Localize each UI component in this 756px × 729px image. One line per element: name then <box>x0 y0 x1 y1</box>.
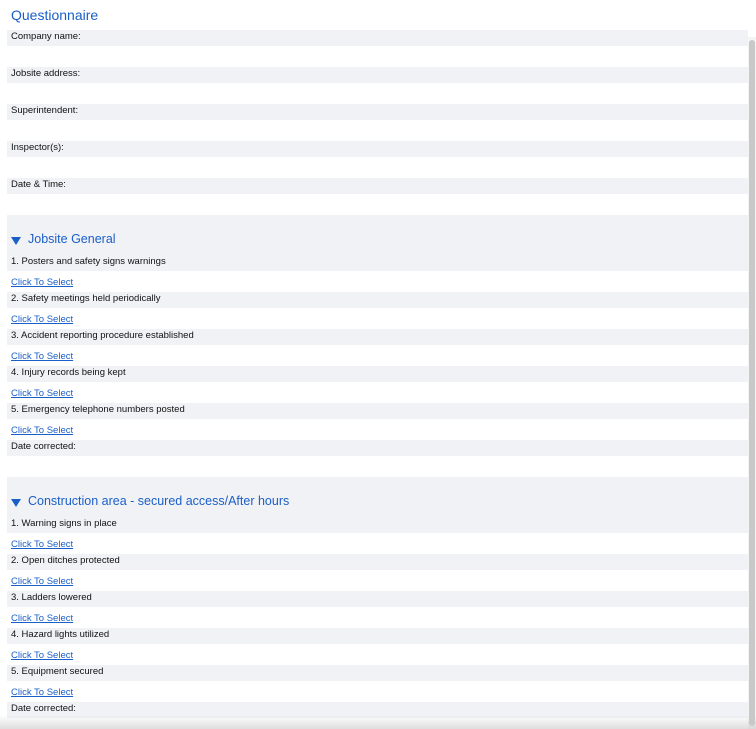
click-to-select-link[interactable]: Click To Select <box>11 388 73 399</box>
click-to-select-link[interactable]: Click To Select <box>11 425 73 436</box>
superintendent-label: Superintendent: <box>7 104 748 120</box>
question-label: 2. Safety meetings held periodically <box>7 292 748 308</box>
collapse-triangle-icon[interactable] <box>11 237 21 245</box>
inspectors-label: Inspector(s): <box>7 141 748 157</box>
question-label: 3. Ladders lowered <box>7 591 748 607</box>
bottom-edge-shadow <box>0 715 756 729</box>
click-to-select-link[interactable]: Click To Select <box>11 613 73 624</box>
question-label: 2. Open ditches protected <box>7 554 748 570</box>
question-label: 3. Accident reporting procedure establis… <box>7 329 748 345</box>
inspectors-field[interactable] <box>7 157 748 178</box>
section-title: Jobsite General <box>28 232 116 246</box>
question-answer-row: Click To Select <box>7 644 748 665</box>
click-to-select-link[interactable]: Click To Select <box>11 351 73 362</box>
question-answer-row: Click To Select <box>7 308 748 329</box>
questionnaire-page: Questionnaire Company name: Jobsite addr… <box>0 0 748 729</box>
section-header-jobsite-general[interactable]: Jobsite General <box>7 215 748 255</box>
section-title: Construction area - secured access/After… <box>28 494 290 508</box>
click-to-select-link[interactable]: Click To Select <box>11 576 73 587</box>
question-answer-row: Click To Select <box>7 382 748 403</box>
question-answer-row: Click To Select <box>7 681 748 702</box>
question-label: 4. Hazard lights utilized <box>7 628 748 644</box>
question-answer-row: Click To Select <box>7 607 748 628</box>
click-to-select-link[interactable]: Click To Select <box>11 539 73 550</box>
section-header-construction-area[interactable]: Construction area - secured access/After… <box>7 477 748 517</box>
collapse-triangle-icon[interactable] <box>11 499 21 507</box>
scrollbar-thumb[interactable] <box>749 40 755 726</box>
question-label: 1. Warning signs in place <box>7 517 748 533</box>
click-to-select-link[interactable]: Click To Select <box>11 314 73 325</box>
question-label: 5. Equipment secured <box>7 665 748 681</box>
question-answer-row: Click To Select <box>7 271 748 292</box>
question-answer-row: Click To Select <box>7 570 748 591</box>
page-title: Questionnaire <box>11 7 99 23</box>
superintendent-field[interactable] <box>7 120 748 141</box>
question-label: 1. Posters and safety signs warnings <box>7 255 748 271</box>
question-answer-row: Click To Select <box>7 345 748 366</box>
date-time-label: Date & Time: <box>7 178 748 194</box>
click-to-select-link[interactable]: Click To Select <box>11 277 73 288</box>
click-to-select-link[interactable]: Click To Select <box>11 650 73 661</box>
question-label: 5. Emergency telephone numbers posted <box>7 403 748 419</box>
question-answer-row: Click To Select <box>7 419 748 440</box>
date-corrected-label: Date corrected: <box>7 440 748 456</box>
click-to-select-link[interactable]: Click To Select <box>11 687 73 698</box>
vertical-scrollbar[interactable] <box>748 37 756 729</box>
company-name-label: Company name: <box>7 30 748 46</box>
date-time-field[interactable] <box>7 194 748 215</box>
questionnaire-form: Company name: Jobsite address: Superinte… <box>7 30 748 718</box>
jobsite-address-field[interactable] <box>7 83 748 104</box>
date-corrected-field[interactable] <box>7 456 748 477</box>
question-label: 4. Injury records being kept <box>7 366 748 382</box>
question-answer-row: Click To Select <box>7 533 748 554</box>
company-name-field[interactable] <box>7 46 748 67</box>
jobsite-address-label: Jobsite address: <box>7 67 748 83</box>
